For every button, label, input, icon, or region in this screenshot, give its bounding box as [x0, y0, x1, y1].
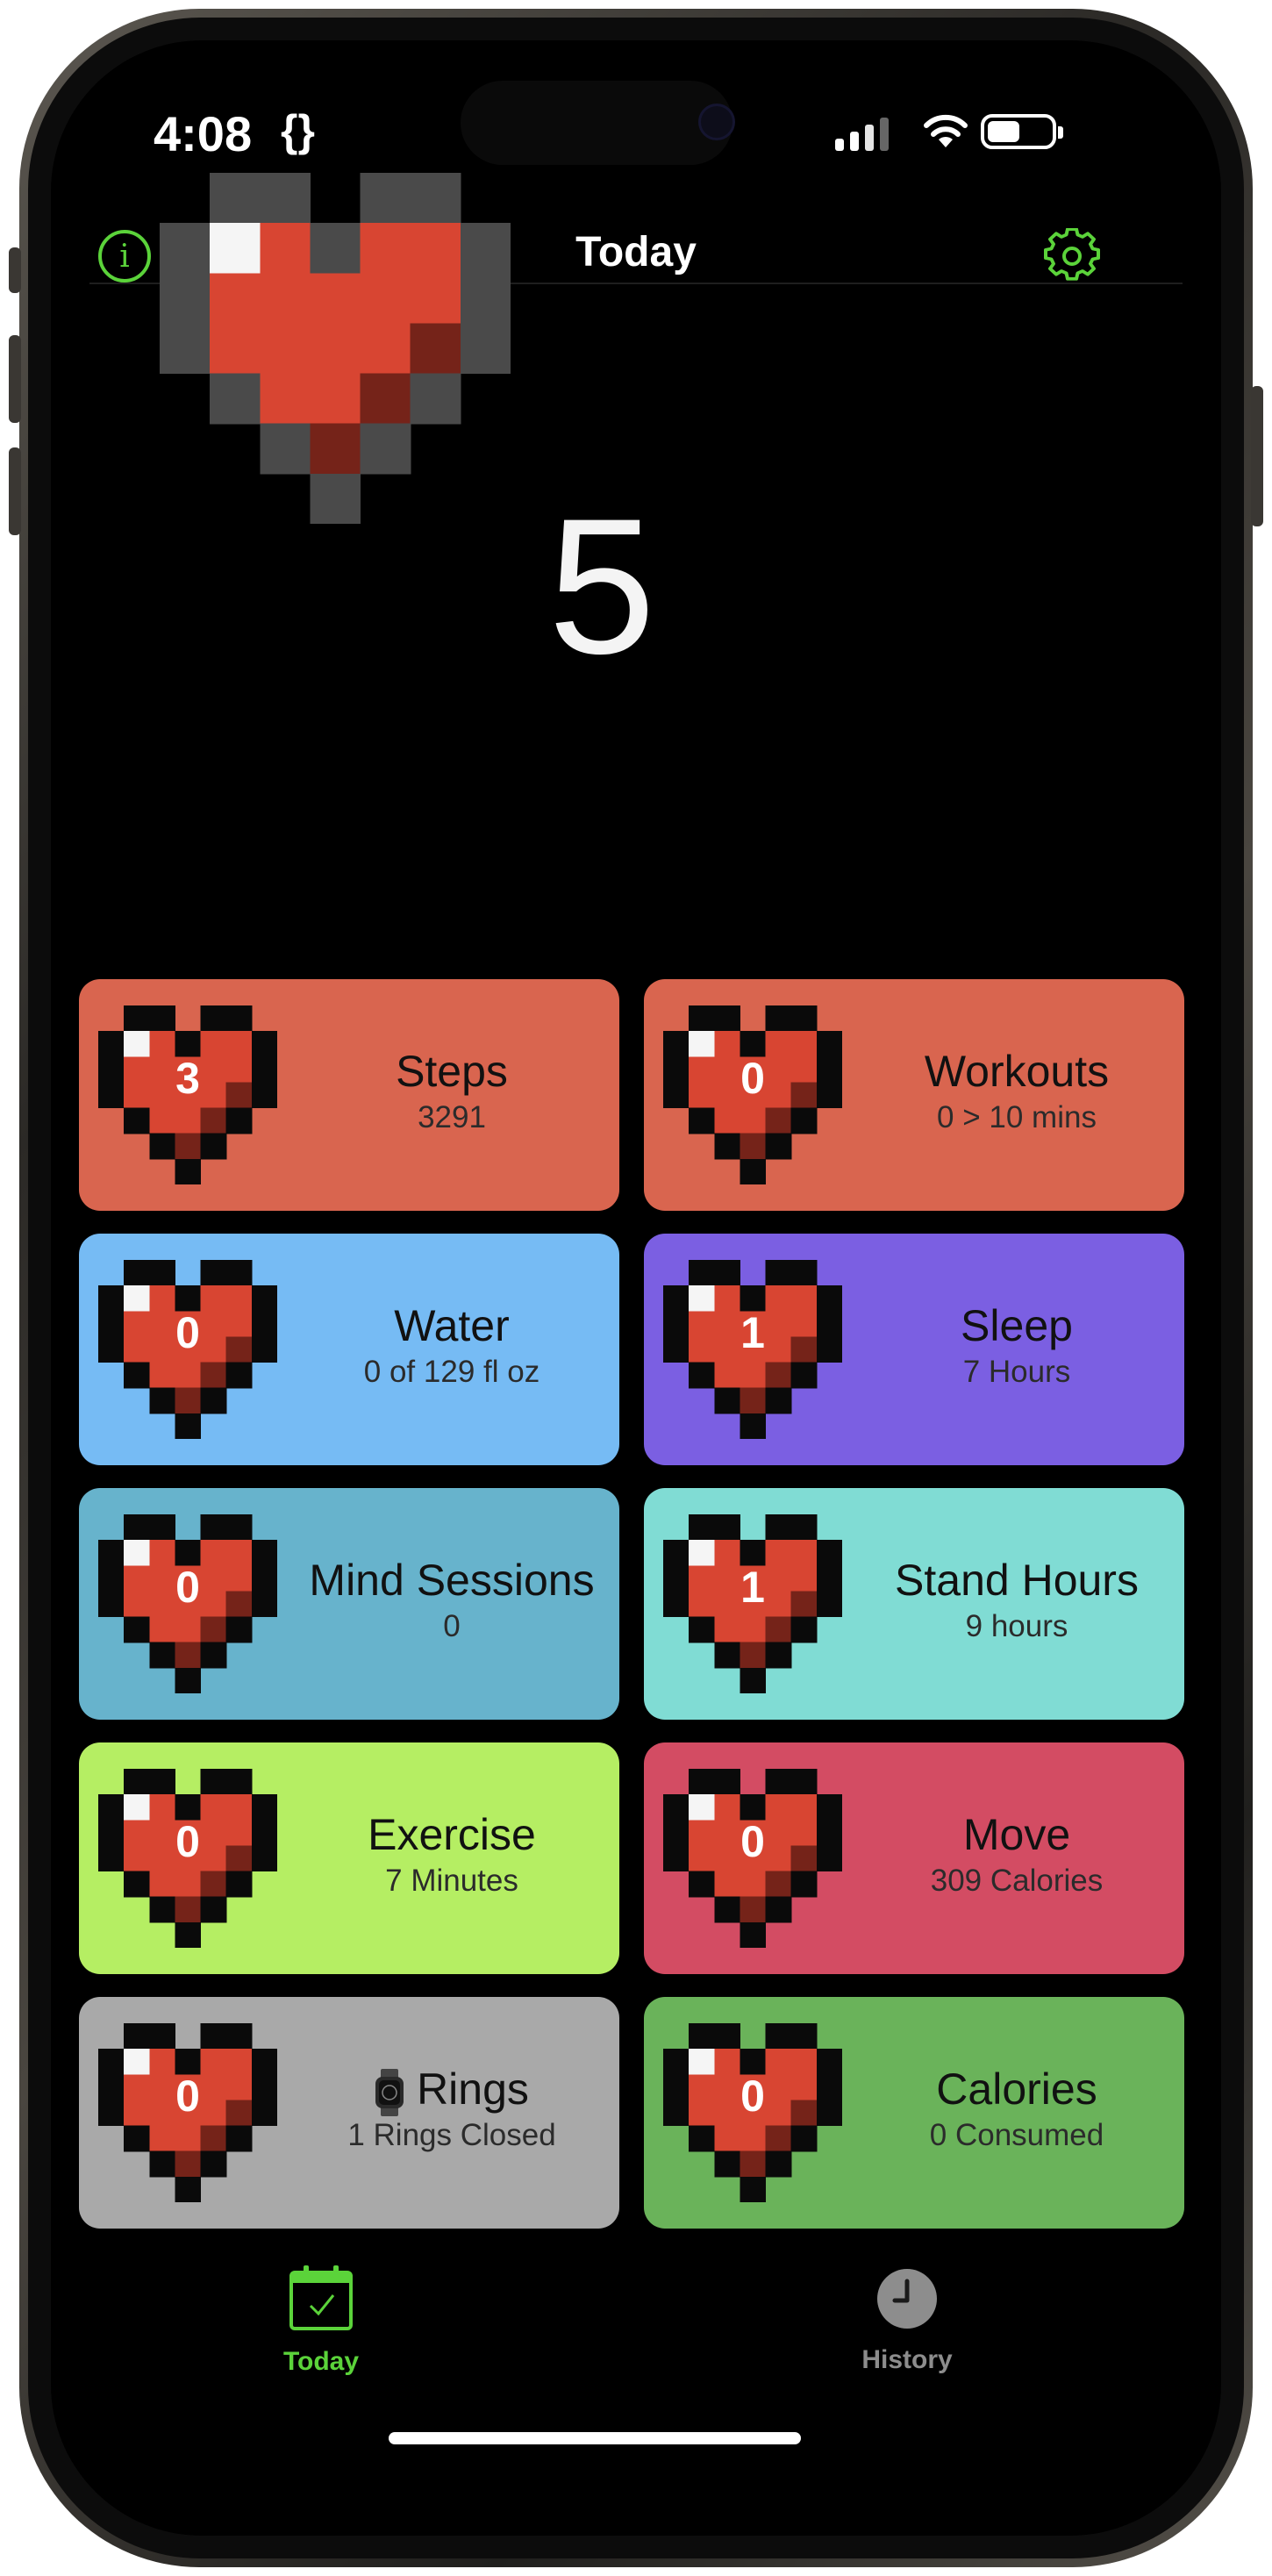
- heart-score: 1: [740, 1563, 765, 1612]
- metric-label-text: Rings: [417, 2064, 529, 2114]
- metric-label: Stand Hours: [863, 1555, 1170, 1606]
- metric-label-text: Stand Hours: [895, 1556, 1139, 1605]
- metric-label-text: Exercise: [368, 1810, 536, 1859]
- heart-score: 0: [740, 1817, 765, 1866]
- heart-score: 0: [175, 1817, 200, 1866]
- metric-card-rings[interactable]: 0 Rings 1 Rings Closed: [79, 1997, 619, 2229]
- gear-icon: [1044, 228, 1100, 281]
- metric-value: 309 Calories: [930, 1864, 1104, 1898]
- metric-label-text: Steps: [396, 1047, 508, 1096]
- metric-card-calories[interactable]: 0 Calories 0 Consumed: [644, 1997, 1184, 2229]
- metric-value: 9 hours: [965, 1609, 1068, 1643]
- calendar-check-icon: [289, 2265, 353, 2330]
- volume-up-button: [9, 335, 21, 423]
- metric-label-text: Mind Sessions: [309, 1556, 595, 1605]
- heart-score: 0: [740, 1054, 765, 1103]
- metric-label-text: Move: [962, 1810, 1071, 1859]
- battery-icon: [981, 114, 1063, 149]
- metric-label: Calories: [863, 2064, 1170, 2114]
- metric-card-stand[interactable]: 1 Stand Hours 9 hours: [644, 1488, 1184, 1720]
- metric-value: 7 Minutes: [385, 1864, 518, 1898]
- camera-icon: [698, 104, 735, 140]
- metric-label: Rings: [298, 2064, 605, 2116]
- metric-label: Sleep: [863, 1300, 1170, 1351]
- metric-card-sleep[interactable]: 1 Sleep 7 Hours: [644, 1234, 1184, 1465]
- metric-card-exercise[interactable]: 0 Exercise 7 Minutes: [79, 1742, 619, 1974]
- metric-card-steps[interactable]: 3 Steps 3291: [79, 979, 619, 1211]
- metric-label: Steps: [298, 1046, 605, 1097]
- metric-label: Move: [863, 1809, 1170, 1860]
- status-time: 4:08: [154, 106, 253, 161]
- heart-score: 0: [175, 2072, 200, 2121]
- heart-score: 0: [740, 2072, 765, 2121]
- metric-value: 0 Consumed: [929, 2118, 1104, 2152]
- metric-value: 7 Hours: [962, 1355, 1071, 1389]
- overall-score: 5: [547, 478, 656, 694]
- metric-card-workouts[interactable]: 0 Workouts 0 > 10 mins: [644, 979, 1184, 1211]
- clock-icon: [877, 2269, 937, 2329]
- metric-label-text: Workouts: [924, 1047, 1110, 1096]
- metric-label-text: Calories: [936, 2064, 1097, 2114]
- metric-label: Water: [298, 1300, 605, 1351]
- overall-heart-icon: [160, 173, 511, 524]
- metric-value: 0: [443, 1609, 461, 1643]
- volume-down-button: [9, 447, 21, 535]
- metric-value: 1 Rings Closed: [347, 2118, 556, 2152]
- settings-button[interactable]: [1044, 228, 1100, 284]
- metric-card-mind[interactable]: 0 Mind Sessions 0: [79, 1488, 619, 1720]
- metric-value: 0 > 10 mins: [937, 1100, 1097, 1134]
- metric-label: Workouts: [863, 1046, 1170, 1097]
- heart-score: 0: [175, 1308, 200, 1357]
- heart-score: 3: [175, 1054, 200, 1103]
- metric-label: Mind Sessions: [298, 1555, 605, 1606]
- power-button: [1251, 386, 1263, 526]
- mute-switch: [9, 247, 21, 293]
- metric-label-text: Water: [394, 1301, 510, 1350]
- cellular-signal-icon: [835, 118, 889, 151]
- tab-bar: Today History: [51, 2264, 1221, 2422]
- heart-score: 1: [740, 1308, 765, 1357]
- tab-today[interactable]: Today: [216, 2264, 426, 2377]
- metric-value: 0 of 129 fl oz: [363, 1355, 540, 1389]
- tab-history-label: History: [861, 2345, 953, 2374]
- metric-label-text: Sleep: [961, 1301, 1073, 1350]
- status-bar: 4:08 {}: [51, 40, 1170, 165]
- metric-value: 3291: [418, 1100, 486, 1134]
- metric-card-move[interactable]: 0 Move 309 Calories: [644, 1742, 1184, 1974]
- status-symbol: {}: [281, 106, 315, 155]
- screen: 4:08 {} i Today 5 3 Steps 3291 0 Workout…: [51, 40, 1221, 2536]
- dynamic-island: [461, 81, 732, 165]
- phone-frame: 4:08 {} i Today 5 3 Steps 3291 0 Workout…: [9, 9, 1263, 2567]
- home-indicator: [389, 2432, 801, 2444]
- metric-label: Exercise: [298, 1809, 605, 1860]
- tab-today-label: Today: [282, 2347, 360, 2376]
- tab-history[interactable]: History: [802, 2264, 1012, 2375]
- heart-score: 0: [175, 1563, 200, 1612]
- metric-card-water[interactable]: 0 Water 0 of 129 fl oz: [79, 1234, 619, 1465]
- watch-icon: [375, 2068, 404, 2116]
- wifi-icon: [924, 114, 968, 147]
